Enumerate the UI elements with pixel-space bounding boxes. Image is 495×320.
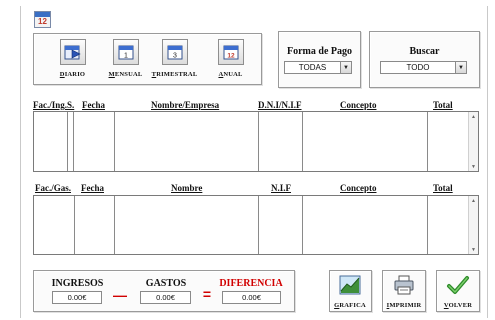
back-button[interactable]: VOLVER bbox=[438, 271, 478, 311]
quarterly-button[interactable]: 3 TRIMESTRAL bbox=[152, 37, 197, 83]
difference-total-label: DIFERENCIA bbox=[219, 278, 283, 289]
income-col-invoice: Fac./Ing.S. bbox=[33, 100, 75, 110]
daily-button[interactable]: DIARIO bbox=[54, 37, 91, 83]
payment-filter-title: Forma de Pago bbox=[287, 46, 352, 57]
search-filter-title: Buscar bbox=[409, 46, 440, 57]
minus-sign: — bbox=[113, 287, 127, 303]
income-col-concept: Concepto bbox=[340, 100, 377, 110]
income-table[interactable]: ▲ ▼ bbox=[33, 111, 479, 172]
scroll-up-icon[interactable]: ▲ bbox=[469, 196, 478, 205]
scroll-up-icon[interactable]: ▲ bbox=[469, 112, 478, 121]
monthly-button[interactable]: 1 MENSUAL bbox=[107, 37, 144, 83]
income-col-total: Total bbox=[433, 100, 453, 110]
calendar-quarter-icon: 3 bbox=[161, 39, 188, 65]
back-arrow-icon bbox=[446, 274, 470, 296]
expense-total-label: GASTOS bbox=[145, 278, 187, 289]
expense-table[interactable]: ▲ ▼ bbox=[33, 195, 479, 255]
expense-col-invoice: Fac./Gas. bbox=[35, 183, 71, 193]
search-select[interactable]: TODO ▼ bbox=[380, 61, 467, 74]
svg-text:1: 1 bbox=[124, 53, 128, 60]
income-total-label: INGRESOS bbox=[51, 278, 104, 289]
dropdown-arrow-icon: ▼ bbox=[455, 62, 466, 73]
equals-sign: = bbox=[202, 286, 212, 302]
income-total-value: 0.00€ bbox=[52, 291, 102, 304]
expense-col-name: Nombre bbox=[171, 183, 203, 193]
dropdown-arrow-icon: ▼ bbox=[340, 62, 351, 73]
expense-col-nif: N.I.F bbox=[271, 183, 291, 193]
yearly-button[interactable]: 12 ANUAL bbox=[212, 37, 249, 83]
calendar-month-icon: 1 bbox=[112, 39, 139, 65]
svg-text:3: 3 bbox=[173, 53, 177, 60]
calendar-day-icon bbox=[59, 39, 86, 65]
calendar-app-icon: 12 bbox=[34, 11, 51, 28]
expense-total-value: 0.00€ bbox=[140, 291, 191, 304]
expense-scrollbar[interactable]: ▲ ▼ bbox=[468, 196, 478, 254]
printer-icon bbox=[392, 274, 416, 296]
expense-col-concept: Concepto bbox=[340, 183, 377, 193]
income-col-dni: D.N.I/N.I.F bbox=[258, 100, 302, 110]
income-col-date: Fecha bbox=[82, 100, 105, 110]
calendar-year-icon: 12 bbox=[217, 39, 244, 65]
scroll-down-icon[interactable]: ▼ bbox=[469, 162, 478, 171]
chart-button[interactable]: GRAFICA bbox=[330, 271, 370, 311]
payment-select[interactable]: TODAS ▼ bbox=[284, 61, 352, 74]
expense-col-date: Fecha bbox=[81, 183, 104, 193]
income-col-name: Nombre/Empresa bbox=[151, 100, 220, 110]
chart-icon bbox=[338, 274, 362, 296]
difference-total-value: 0.00€ bbox=[222, 291, 281, 304]
scroll-down-icon[interactable]: ▼ bbox=[469, 245, 478, 254]
income-scrollbar[interactable]: ▲ ▼ bbox=[468, 112, 478, 171]
payment-filter-panel bbox=[278, 31, 361, 88]
expense-col-total: Total bbox=[433, 183, 453, 193]
search-filter-panel bbox=[369, 31, 480, 88]
svg-text:12: 12 bbox=[227, 53, 235, 60]
print-button[interactable]: IMPRIMIR bbox=[384, 271, 424, 311]
